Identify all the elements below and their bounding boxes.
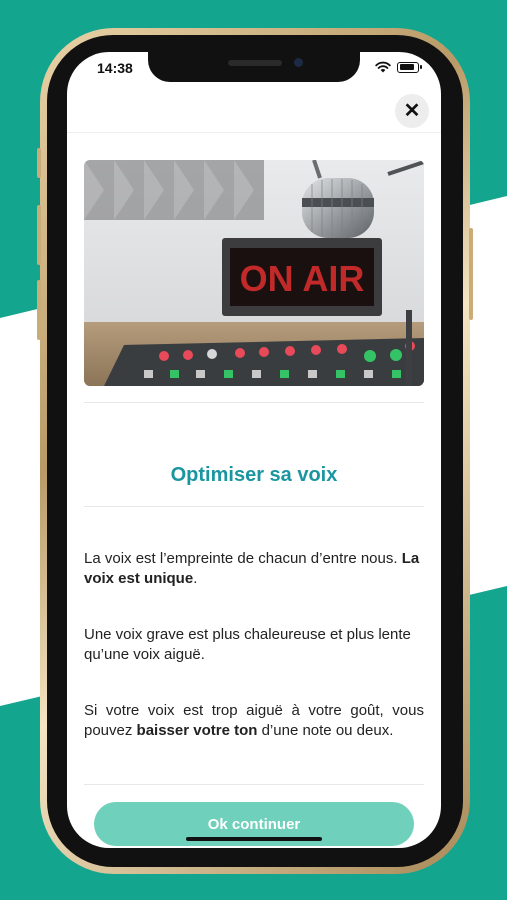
camera	[294, 58, 303, 67]
page-title: Optimiser sa voix	[170, 464, 338, 486]
notch	[148, 52, 360, 82]
close-button[interactable]: ✕	[395, 94, 429, 128]
phone-screen: 14:38 ✕ ON AIR Optimiser sa voix La voix…	[67, 52, 441, 848]
battery-icon	[397, 61, 422, 73]
paragraph-3-emphasis: baisser votre ton	[136, 722, 258, 739]
hero-image: ON AIR	[84, 160, 424, 386]
paragraph-1-end: .	[193, 570, 198, 587]
wifi-icon	[375, 61, 391, 73]
status-icons	[375, 61, 422, 73]
paragraph-2: Une voix grave est plus chaleureuse et p…	[84, 625, 424, 665]
paragraph-2-text: Une voix grave est plus chaleureuse et p…	[84, 626, 411, 663]
paragraph-1-text: La voix est l’empreinte de chacun d’entr…	[84, 550, 402, 567]
volume-down-button	[37, 280, 41, 340]
home-indicator	[186, 837, 322, 841]
divider-bottom	[84, 784, 424, 785]
volume-up-button	[37, 205, 41, 265]
mute-switch	[37, 148, 41, 178]
paragraph-3: Si votre voix est trop aiguë à votre goû…	[84, 701, 424, 741]
divider-top	[84, 402, 424, 403]
header-divider	[67, 132, 441, 133]
on-air-sign: ON AIR	[240, 258, 365, 299]
paragraph-3-end: d’une note ou deux.	[257, 722, 394, 739]
paragraph-1: La voix est l’empreinte de chacun d’entr…	[84, 549, 424, 589]
speaker	[228, 60, 282, 66]
power-button	[469, 228, 473, 320]
divider-title	[84, 506, 424, 507]
status-time: 14:38	[97, 60, 133, 76]
close-icon: ✕	[403, 100, 421, 122]
